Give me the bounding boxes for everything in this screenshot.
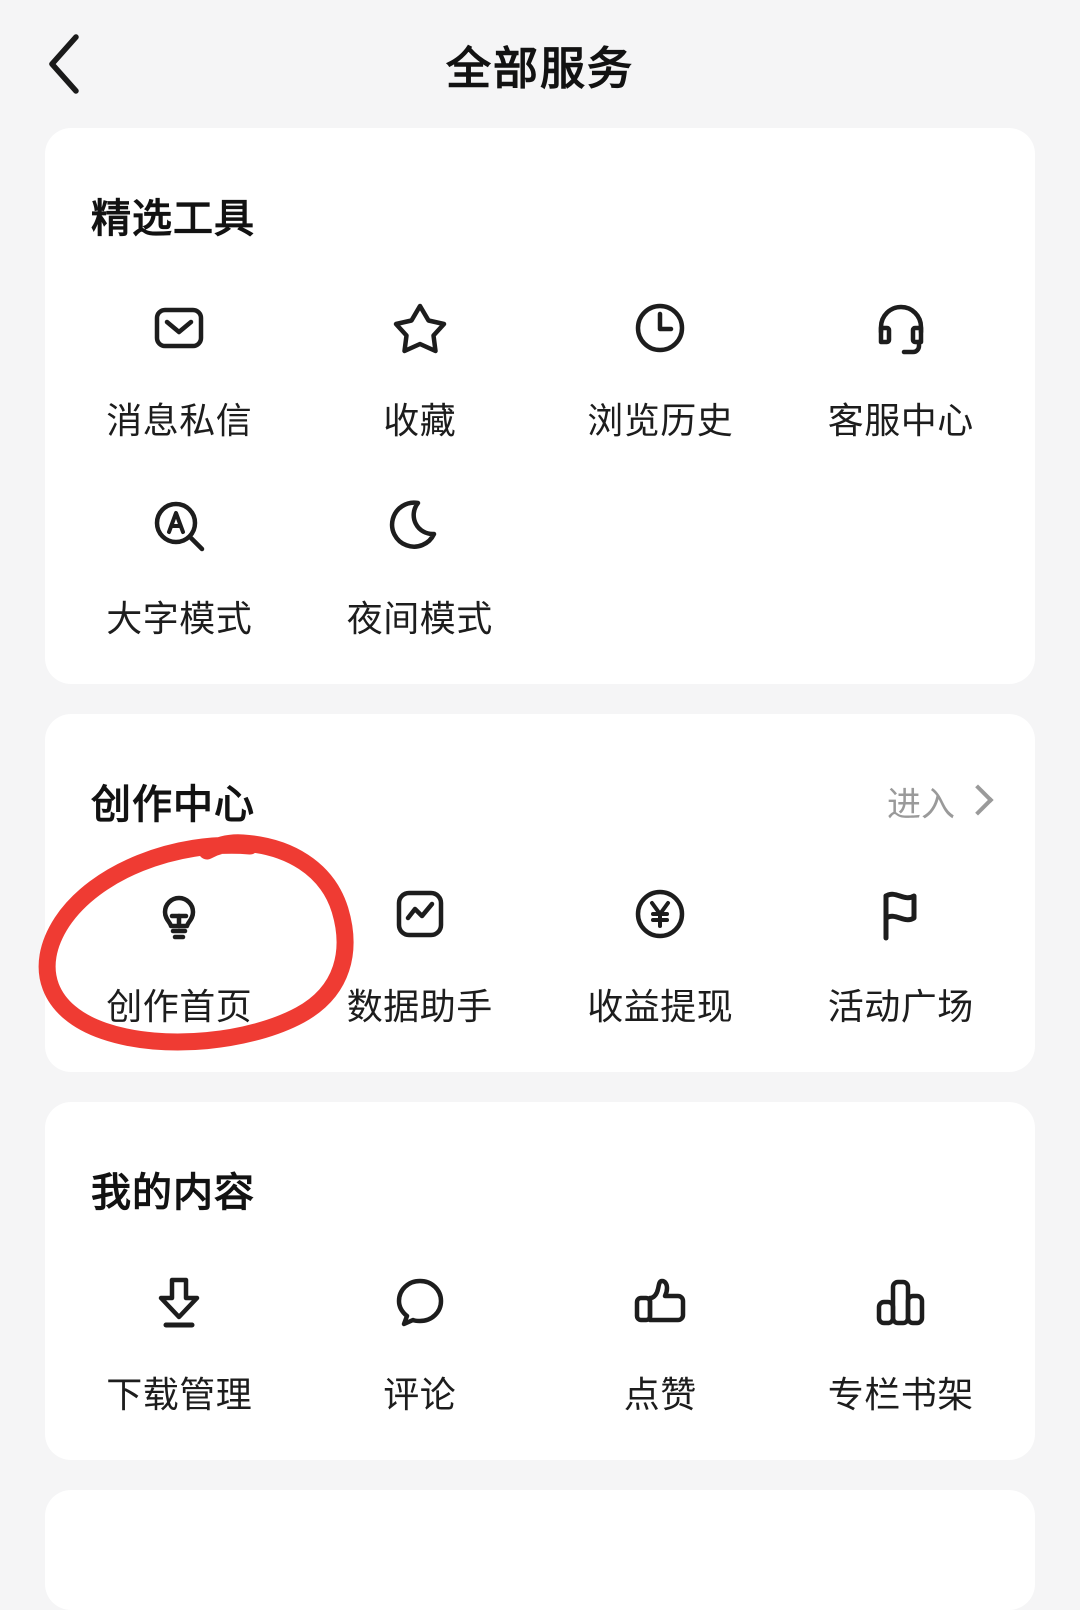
bookshelf-bars-icon [863, 1264, 939, 1340]
thumbs-up-icon [622, 1264, 698, 1340]
section-card-featured-tools: 精选工具 消息私信 收藏 浏览历史 客服中心 大字模式 夜间模式 [45, 128, 1035, 684]
section-title: 精选工具 [91, 197, 255, 241]
section-card-my-content: 我的内容 下载管理 评论 点赞 专栏书架 [45, 1102, 1035, 1460]
flag-icon [863, 876, 939, 952]
section-grid: 下载管理 评论 点赞 专栏书架 [45, 1230, 1035, 1428]
speech-bubble-icon [382, 1264, 458, 1340]
page-header: 全部服务 [0, 0, 1080, 128]
tile-favorites[interactable]: 收藏 [300, 256, 541, 454]
section-header: 我的内容 [45, 1102, 1035, 1218]
tile-activity-square[interactable]: 活动广场 [781, 842, 1022, 1040]
tile-column-bookshelf[interactable]: 专栏书架 [781, 1230, 1022, 1428]
tile-label: 夜间模式 [346, 598, 493, 639]
tile-label: 点赞 [623, 1374, 697, 1415]
chevron-left-icon [49, 34, 79, 94]
tile-label: 下载管理 [106, 1374, 253, 1415]
tile-label: 大字模式 [106, 598, 253, 639]
tile-large-font-mode[interactable]: 大字模式 [59, 454, 300, 652]
tile-label: 专栏书架 [827, 1374, 974, 1415]
section-title: 创作中心 [91, 783, 255, 827]
tile-message[interactable]: 消息私信 [59, 256, 300, 454]
tile-label: 创作首页 [106, 986, 253, 1027]
moon-icon [382, 488, 458, 564]
tile-label: 收藏 [383, 400, 457, 441]
enter-label: 进入 [887, 785, 955, 824]
tile-label: 消息私信 [106, 400, 253, 441]
tile-label: 活动广场 [827, 986, 974, 1027]
tile-likes[interactable]: 点赞 [540, 1230, 781, 1428]
envelope-icon [141, 290, 217, 366]
tile-comments[interactable]: 评论 [300, 1230, 541, 1428]
tile-revenue-withdrawal[interactable]: 收益提现 [540, 842, 781, 1040]
tile-label: 浏览历史 [587, 400, 734, 441]
magnifier-a-icon [141, 488, 217, 564]
section-card-creation-center: 创作中心 进入 创作首页 数据助手 收益提现 活动广场 [45, 714, 1035, 1072]
headset-icon [863, 290, 939, 366]
section-grid: 创作首页 数据助手 收益提现 活动广场 [45, 842, 1035, 1040]
tile-download-manager[interactable]: 下载管理 [59, 1230, 300, 1428]
trendline-square-icon [382, 876, 458, 952]
section-grid: 消息私信 收藏 浏览历史 客服中心 大字模式 夜间模式 [45, 256, 1035, 652]
tile-label: 客服中心 [827, 400, 974, 441]
lightbulb-icon [141, 876, 217, 952]
tile-label: 数据助手 [346, 986, 493, 1027]
tile-creation-home[interactable]: 创作首页 [59, 842, 300, 1040]
tile-night-mode[interactable]: 夜间模式 [300, 454, 541, 652]
download-icon [141, 1264, 217, 1340]
section-title: 我的内容 [91, 1171, 255, 1215]
tile-customer-service[interactable]: 客服中心 [781, 256, 1022, 454]
tile-browse-history[interactable]: 浏览历史 [540, 256, 781, 454]
tile-label: 收益提现 [587, 986, 734, 1027]
enter-creation-center-link[interactable]: 进入 [887, 777, 994, 826]
yuan-circle-icon [622, 876, 698, 952]
tile-label: 评论 [383, 1374, 457, 1415]
section-header: 创作中心 进入 [45, 714, 1035, 830]
section-card-partial-bottom [45, 1490, 1035, 1610]
section-header: 精选工具 [45, 128, 1035, 244]
back-button[interactable] [30, 29, 100, 99]
page-title: 全部服务 [445, 42, 634, 94]
tile-data-assistant[interactable]: 数据助手 [300, 842, 541, 1040]
star-icon [382, 290, 458, 366]
chevron-right-icon [962, 784, 994, 816]
clock-icon [622, 290, 698, 366]
